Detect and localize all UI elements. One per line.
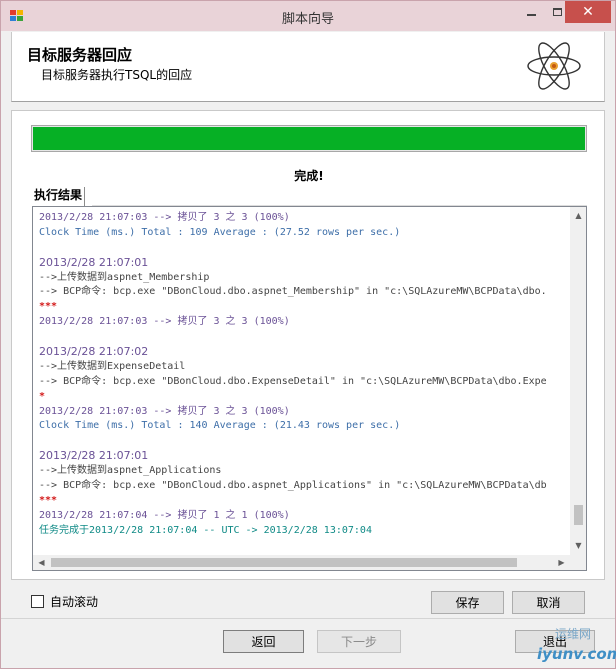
watermark-top-text: 运维网: [555, 627, 592, 641]
log-line: --> BCP命令: bcp.exe "DBonCloud.dbo.aspnet…: [39, 480, 547, 492]
log-line: 2013/2/28 21:07:04 --> 拷贝了 1 之 1 (100%): [39, 509, 290, 521]
cancel-button[interactable]: 取消: [512, 591, 585, 614]
close-icon: ✕: [582, 4, 594, 20]
log-line: 2013/2/28 21:07:03 --> 拷贝了 3 之 3 (100%): [39, 212, 290, 223]
atom-logo-icon: [527, 42, 581, 90]
log-line: -->上传数据到aspnet_Applications: [39, 465, 222, 477]
content-panel: 完成! 执行结果 2013/2/28 21:07:03 --> 拷贝了 3 之 …: [11, 110, 605, 580]
save-button[interactable]: 保存: [431, 591, 504, 614]
title-bar[interactable]: 脚本向导 ✕: [1, 1, 615, 31]
maximize-icon: [552, 8, 562, 16]
status-text: 完成!: [294, 169, 324, 183]
log-line: 2013/2/28 21:07:03 --> 拷贝了 3 之 3 (100%): [39, 405, 290, 417]
scroll-down-icon[interactable]: ▼: [570, 537, 586, 554]
progress-bar: [31, 125, 587, 152]
minimize-button[interactable]: [517, 1, 545, 23]
scroll-right-icon[interactable]: ▶: [553, 555, 570, 570]
log-line: -->上传数据到ExpenseDetail: [39, 360, 186, 372]
log-line: 2013/2/28 21:07:03 --> 拷贝了 3 之 3 (100%): [39, 316, 290, 328]
autoscroll-label: 自动滚动: [50, 595, 99, 609]
wizard-window: 脚本向导 ✕ 目标服务器回应 目标服务器执行TSQL的回应 完成! 执行结果 2…: [0, 0, 616, 669]
log-line: Clock Time (ms.) Total : 140 Average : (…: [39, 420, 401, 432]
header-panel: 目标服务器回应 目标服务器执行TSQL的回应: [11, 32, 605, 102]
tab-results[interactable]: 执行结果: [32, 187, 86, 206]
vertical-scroll-thumb[interactable]: [574, 505, 583, 525]
log-line: *: [39, 390, 46, 402]
log-line: --> BCP命令: bcp.exe "DBonCloud.dbo.aspnet…: [39, 286, 547, 298]
log-line: 任务完成于2013/2/28 21:07:04 -- UTC -> 2013/2…: [39, 524, 372, 536]
watermark-bottom-text: iyunv.com: [537, 645, 616, 663]
progress-fill: [33, 127, 585, 150]
horizontal-scroll-thumb[interactable]: [51, 558, 517, 567]
footer-divider: [1, 618, 615, 619]
watermark: 运维网 iyunv.com: [521, 625, 616, 667]
log-line: 2013/2/28 21:07:01: [39, 449, 149, 463]
vertical-scrollbar[interactable]: ▲ ▼: [570, 207, 586, 555]
page-title: 目标服务器回应: [27, 46, 133, 64]
close-button[interactable]: ✕: [565, 1, 611, 23]
horizontal-scrollbar[interactable]: ◀ ▶: [33, 555, 570, 570]
log-line: ***: [39, 301, 58, 313]
autoscroll-toggle[interactable]: 自动滚动: [31, 593, 98, 610]
results-log[interactable]: 2013/2/28 21:07:03 --> 拷贝了 3 之 3 (100%) C…: [32, 206, 587, 571]
scroll-corner: [570, 555, 586, 570]
next-button[interactable]: 下一步: [317, 630, 401, 653]
log-line: --> BCP命令: bcp.exe "DBonCloud.dbo.Expens…: [39, 375, 547, 387]
log-line: ***: [39, 494, 58, 506]
scroll-up-icon[interactable]: ▲: [570, 207, 586, 224]
page-subtitle: 目标服务器执行TSQL的回应: [41, 68, 193, 82]
log-line: -->上传数据到aspnet_Membership: [39, 271, 210, 283]
scroll-left-icon[interactable]: ◀: [33, 555, 50, 570]
log-lines: 2013/2/28 21:07:03 --> 拷贝了 3 之 3 (100%) C…: [39, 211, 561, 549]
minimize-icon: [526, 14, 536, 16]
autoscroll-checkbox[interactable]: [31, 595, 44, 608]
log-line: Clock Time (ms.) Total : 109 Average : (…: [39, 226, 401, 238]
log-line: 2013/2/28 21:07:01: [39, 255, 149, 269]
back-button[interactable]: 返回: [223, 630, 304, 653]
log-line: 2013/2/28 21:07:02: [39, 345, 149, 359]
